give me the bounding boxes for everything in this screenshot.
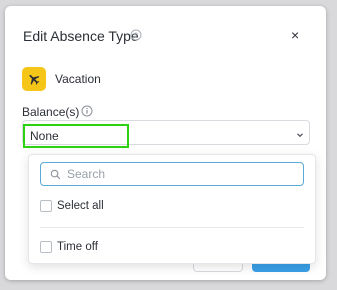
- edit-absence-type-dialog: Edit Absence Type ? × Vacation Balance(s…: [5, 6, 326, 280]
- select-all-option[interactable]: Select all: [40, 200, 104, 212]
- airplane-icon: [29, 74, 40, 85]
- select-all-label: Select all: [57, 200, 104, 212]
- time-off-checkbox[interactable]: [40, 241, 52, 253]
- svg-text:?: ?: [134, 33, 138, 40]
- balances-selected-value: None: [30, 129, 59, 143]
- close-icon[interactable]: ×: [291, 27, 299, 43]
- chevron-down-icon[interactable]: [295, 130, 305, 140]
- option-time-off[interactable]: Time off: [40, 241, 98, 253]
- time-off-label: Time off: [57, 241, 98, 253]
- absence-type-name: Vacation: [55, 72, 101, 86]
- search-icon: [50, 169, 61, 180]
- help-icon[interactable]: ?: [130, 29, 142, 41]
- balances-label: Balance(s): [22, 105, 80, 119]
- search-box[interactable]: [40, 162, 304, 186]
- info-icon[interactable]: [81, 105, 93, 117]
- select-all-checkbox[interactable]: [40, 200, 52, 212]
- search-input[interactable]: [67, 165, 297, 183]
- divider: [40, 227, 304, 228]
- balances-select[interactable]: [22, 120, 310, 145]
- balances-dropdown: Select all Time off: [28, 154, 316, 264]
- absence-type-icon: [22, 67, 46, 91]
- dialog-title: Edit Absence Type: [23, 28, 139, 44]
